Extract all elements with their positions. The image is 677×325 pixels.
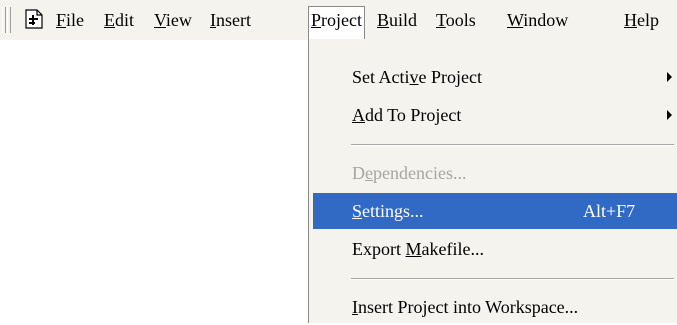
menu-label: uild [389,10,418,30]
menu-item-label: Settings... [352,193,424,229]
menu-item-label: Export Makefile... [352,231,484,267]
label-part: e Project [418,67,482,87]
menu-help[interactable]: Help [621,6,662,34]
menu-item-set-active-project[interactable]: Set Active Project [313,59,677,95]
menu-item-settings[interactable]: Settings... Alt+F7 [313,193,677,229]
label-mnemonic: e [365,163,373,183]
menu-edit[interactable]: Edit [101,6,137,34]
label-part: Export [352,239,406,259]
menu-build[interactable]: Build [374,6,420,34]
shortcut-label: Alt+F7 [583,201,636,221]
label-mnemonic: M [405,239,422,259]
menu-tools[interactable]: Tools [433,6,479,34]
project-dropdown-menu: Set Active Project Add To Project Depend… [308,39,677,323]
menu-insert[interactable]: Insert [207,6,254,34]
menu-label: roject [321,10,362,30]
document-icon[interactable] [25,9,43,29]
menu-item-dependencies: Dependencies... [313,155,677,191]
menu-project[interactable]: Project [308,6,365,40]
menu-label: nsert [216,10,251,30]
menu-label: indow [523,10,569,30]
label-mnemonic: v [409,67,419,87]
menu-mnemonic: W [507,10,524,30]
menu-label: elp [637,10,659,30]
menu-label: ools [445,10,476,30]
menu-mnemonic: T [436,10,446,30]
menu-view[interactable]: View [151,6,195,34]
menu-mnemonic: E [104,10,115,30]
toolbar-grip[interactable] [7,7,11,33]
menu-separator [351,144,674,146]
menu-mnemonic: H [624,10,637,30]
label-mnemonic: A [352,105,365,125]
menu-separator [351,278,674,280]
label-part: pendencies... [373,163,467,183]
menu-item-add-to-project[interactable]: Add To Project [313,97,677,133]
menu-mnemonic: P [311,10,322,30]
menu-item-insert-project-into-workspace[interactable]: Insert Project into Workspace... [313,289,677,325]
menu-window[interactable]: Window [504,6,571,34]
menu-bar: File Edit View Insert Project Build Tool… [0,0,677,41]
label-part: Set Acti [352,67,410,87]
label-mnemonic: S [352,201,363,221]
toolbar-grip[interactable] [2,7,6,33]
label-part: ettings... [362,201,424,221]
submenu-arrow-icon [667,110,672,120]
menu-item-export-makefile[interactable]: Export Makefile... [313,231,677,267]
menu-item-label: Add To Project [352,97,461,133]
menu-mnemonic: F [56,10,67,30]
menu-item-label: Set Active Project [352,59,482,95]
label-part: D [352,163,365,183]
menu-label: iew [165,10,192,30]
submenu-arrow-icon [667,72,672,82]
menu-label: dit [115,10,135,30]
label-part: nsert Project into Workspace... [358,297,579,317]
menu-label: ile [66,10,85,30]
menu-file[interactable]: File [53,6,87,34]
menu-mnemonic: V [154,10,166,30]
label-part: dd To Project [365,105,462,125]
menu-mnemonic: B [377,10,390,30]
menu-item-label: Insert Project into Workspace... [352,289,578,325]
label-part: akefile... [421,239,484,259]
menu-item-label: Dependencies... [352,155,466,191]
